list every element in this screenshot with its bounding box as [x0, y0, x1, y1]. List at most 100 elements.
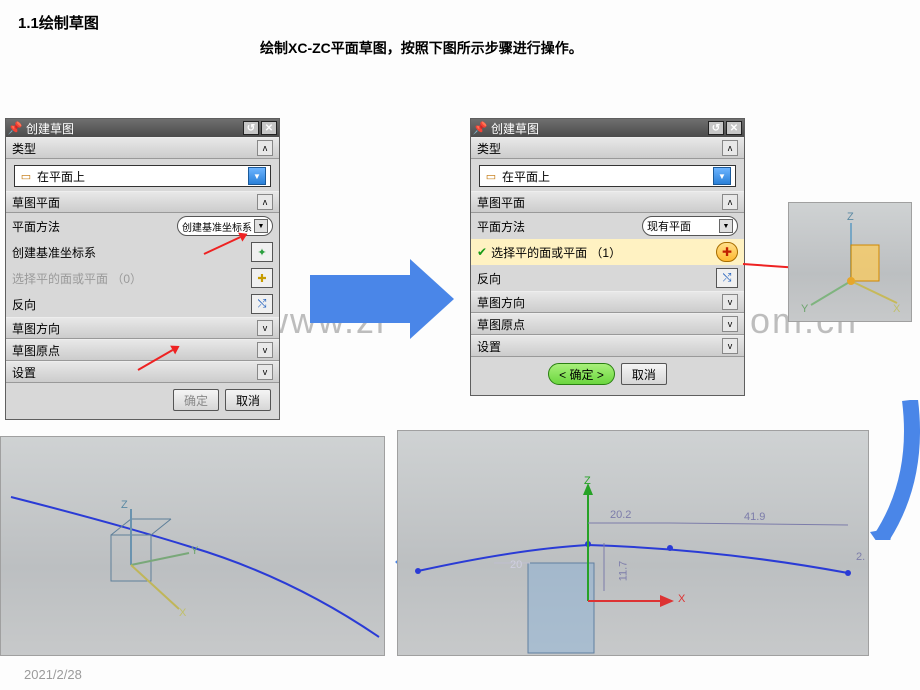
dim-41-9: 41.9	[744, 511, 765, 523]
button-bar: < 确定 > 取消	[471, 357, 744, 393]
reverse-label: 反向	[12, 296, 36, 313]
plane-method-value: 现有平面	[647, 218, 691, 234]
dialog-titlebar[interactable]: 📌 创建草图 ↺ ✕	[6, 119, 279, 137]
date-stamp: 2021/2/28	[24, 667, 82, 682]
dialog-titlebar[interactable]: 📌 创建草图 ↺ ✕	[471, 119, 744, 137]
plane-method-row: 平面方法 现有平面 ▼	[471, 213, 744, 239]
csys-action-button[interactable]: ✦	[251, 242, 273, 262]
create-sketch-dialog-left: 📌 创建草图 ↺ ✕ 类型 ʌ ▭ 在平面上 ▼ 草图平面 ʌ 平面方法 创建基…	[5, 118, 280, 420]
axis-x-label: X	[678, 593, 685, 605]
csys-viewport[interactable]: Z Y X	[788, 202, 912, 322]
group-sketch-plane-header[interactable]: 草图平面 ʌ	[471, 191, 744, 213]
group-sketch-dir-label: 草图方向	[477, 294, 525, 311]
pin-icon[interactable]: 📌	[8, 121, 22, 135]
select-face-row: 选择平的面或平面 （0） ✚	[6, 265, 279, 291]
reverse-label: 反向	[477, 270, 501, 287]
group-sketch-origin-header[interactable]: 草图原点 v	[471, 313, 744, 335]
dialog-title: 创建草图	[491, 120, 706, 137]
plane-method-label: 平面方法	[12, 218, 60, 235]
dim-20-2: 20.2	[610, 509, 631, 521]
select-face-button[interactable]: ✚	[716, 242, 738, 262]
group-settings-label: 设置	[477, 338, 501, 355]
collapse-icon[interactable]: ʌ	[722, 140, 738, 156]
create-csys-label: 创建基准坐标系	[12, 244, 96, 261]
group-type-label: 类型	[12, 140, 36, 157]
group-sketch-plane-label: 草图平面	[12, 194, 60, 211]
collapse-icon[interactable]: ʌ	[257, 194, 273, 210]
expand-icon[interactable]: v	[722, 294, 738, 310]
group-sketch-plane-label: 草图平面	[477, 194, 525, 211]
dim-11-7: 11.7	[617, 561, 629, 582]
reset-button[interactable]: ↺	[243, 121, 259, 135]
flow-arrow-right-head	[410, 259, 454, 339]
flow-arrow-curve	[870, 400, 920, 540]
chevron-down-icon[interactable]: ▼	[248, 167, 266, 185]
chevron-down-icon[interactable]: ▼	[719, 219, 733, 233]
expand-icon[interactable]: v	[257, 364, 273, 380]
axis-y-label: Y	[191, 545, 198, 557]
collapse-icon[interactable]: ʌ	[722, 194, 738, 210]
group-sketch-origin-label: 草图原点	[477, 316, 525, 333]
group-sketch-dir-label: 草图方向	[12, 320, 60, 337]
axis-z-label: Z	[847, 211, 854, 223]
button-bar: 确定 取消	[6, 383, 279, 419]
create-sketch-dialog-right: 📌 创建草图 ↺ ✕ 类型 ʌ ▭ 在平面上 ▼ 草图平面 ʌ 平面方法 现有平…	[470, 118, 745, 396]
cancel-button[interactable]: 取消	[621, 363, 667, 385]
group-sketch-dir-header[interactable]: 草图方向 v	[6, 317, 279, 339]
sketch-viewport-dimensioned[interactable]: 20.2 41.9 2. 11.7 20 Z X	[397, 430, 869, 656]
axis-y-label: Y	[801, 303, 808, 315]
plane-method-label: 平面方法	[477, 218, 525, 235]
type-dropdown[interactable]: ▭ 在平面上 ▼	[479, 165, 736, 187]
group-sketch-origin-header[interactable]: 草图原点 v	[6, 339, 279, 361]
close-button[interactable]: ✕	[261, 121, 277, 135]
create-csys-row: 创建基准坐标系 ✦	[6, 239, 279, 265]
pin-icon[interactable]: 📌	[473, 121, 487, 135]
dialog-title: 创建草图	[26, 120, 241, 137]
axis-z-label: Z	[121, 499, 128, 511]
select-face-button[interactable]: ✚	[251, 268, 273, 288]
collapse-icon[interactable]: ʌ	[257, 140, 273, 156]
group-type-header[interactable]: 类型 ʌ	[471, 137, 744, 159]
cancel-button[interactable]: 取消	[225, 389, 271, 411]
plane-method-row: 平面方法 创建基准坐标系 ▼	[6, 213, 279, 239]
ok-button[interactable]: 确定	[173, 389, 219, 411]
chevron-down-icon[interactable]: ▼	[713, 167, 731, 185]
type-value: 在平面上	[502, 168, 550, 185]
group-settings-header[interactable]: 设置 v	[6, 361, 279, 383]
select-face-label: 选择平的面或平面 （1）	[491, 244, 621, 261]
expand-icon[interactable]: v	[257, 320, 273, 336]
dim-20: 20	[510, 559, 522, 571]
plane-method-dropdown[interactable]: 现有平面 ▼	[642, 216, 738, 236]
dim-2: 2.	[856, 551, 865, 563]
type-value: 在平面上	[37, 168, 85, 185]
sketch-viewport-3d[interactable]: Z Y X	[0, 436, 385, 656]
group-settings-header[interactable]: 设置 v	[471, 335, 744, 357]
axis-x-label: X	[179, 607, 186, 619]
select-face-row[interactable]: ✔ 选择平的面或平面 （1） ✚	[471, 239, 744, 265]
expand-icon[interactable]: v	[722, 338, 738, 354]
section-title: 绘制草图	[39, 15, 99, 32]
group-type-label: 类型	[477, 140, 501, 157]
section-number: 1.1	[18, 15, 39, 32]
flow-arrow-right	[310, 275, 410, 323]
expand-icon[interactable]: v	[722, 316, 738, 332]
group-settings-label: 设置	[12, 364, 36, 381]
reverse-button[interactable]: ⤭	[716, 268, 738, 288]
group-type-header[interactable]: 类型 ʌ	[6, 137, 279, 159]
reverse-row: 反向 ⤭	[471, 265, 744, 291]
reset-button[interactable]: ↺	[708, 121, 724, 135]
group-sketch-plane-header[interactable]: 草图平面 ʌ	[6, 191, 279, 213]
close-button[interactable]: ✕	[726, 121, 742, 135]
ok-button[interactable]: < 确定 >	[548, 363, 615, 385]
section-heading: 1.1绘制草图	[18, 12, 99, 33]
plane-method-dropdown[interactable]: 创建基准坐标系 ▼	[177, 216, 273, 236]
reverse-button[interactable]: ⤭	[251, 294, 273, 314]
expand-icon[interactable]: v	[257, 342, 273, 358]
sketch-dimensioned-graphic	[398, 431, 870, 657]
axis-z-label: Z	[584, 475, 591, 487]
group-sketch-dir-header[interactable]: 草图方向 v	[471, 291, 744, 313]
group-sketch-origin-label: 草图原点	[12, 342, 60, 359]
type-dropdown[interactable]: ▭ 在平面上 ▼	[14, 165, 271, 187]
chevron-down-icon[interactable]: ▼	[254, 219, 268, 233]
plane-icon: ▭	[484, 169, 498, 183]
